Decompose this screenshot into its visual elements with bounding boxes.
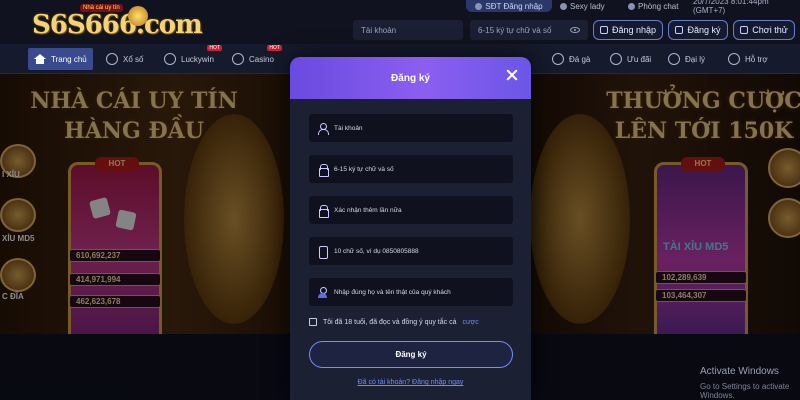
nav-label-agent: Đại lý [685,54,706,64]
phone-placeholder: 10 chữ số, ví dụ 0850805888 [334,247,419,255]
activate-windows-subtitle: Go to Settings to activate Windows. [700,382,790,400]
gift-icon [610,53,622,65]
phone-icon [317,245,328,259]
nav-item-agent[interactable]: Đại lý [662,48,711,70]
casino-icon [232,53,244,65]
nav-item-home[interactable]: Trang chủ [28,48,93,70]
register-submit-button[interactable]: Đăng ký [309,341,513,368]
cockfight-icon [552,53,564,65]
hot-badge: HOT [207,45,222,51]
logo-text: S6S666.com [32,10,203,40]
register-button[interactable]: Đăng ký [668,20,728,40]
chat-room-link[interactable]: Phòng chat [628,0,686,12]
person-icon [317,286,328,298]
fullname-field[interactable]: Nhập đúng họ và tên thật của quý khách [309,278,513,306]
nav-label-home: Trang chủ [51,54,87,64]
activate-windows-title: Activate Windows [700,366,779,377]
username-placeholder: Tài khoản [334,124,363,132]
modal-title: Đăng ký [391,72,430,84]
fullname-placeholder: Nhập đúng họ và tên thật của quý khách [334,288,451,296]
logo-tag: Nhà cái uy tín [80,4,123,12]
lock-icon [317,163,329,177]
user-icon [317,122,329,135]
close-icon[interactable] [505,68,519,82]
nav-item-cockfight[interactable]: Đá gà [546,48,596,70]
password-placeholder: 6-15 ký tự chữ và số [334,165,394,173]
nav-item-casino[interactable]: Casino HOT [226,45,282,70]
nav-label-casino: Casino [249,54,274,64]
register-modal: Đăng ký Tài khoản 6-15 ký tự chữ và số X… [290,57,531,400]
sdt-login-label: SĐT Đăng nhập [485,1,543,11]
logo[interactable]: S6S666.com Nhà cái uy tín [24,4,203,40]
logo-badge-icon [128,6,148,26]
support-icon [728,53,740,65]
nav-item-support[interactable]: Hỗ trợ [722,48,774,70]
try-play-button[interactable]: Chơi thử [733,20,795,40]
lock-icon [317,204,329,218]
password-placeholder: 6-15 ký tự chữ và số [478,25,552,35]
sexy-lady-label: Sexy lady [570,1,605,11]
password-input[interactable]: 6-15 ký tự chữ và số [470,20,588,40]
terms-checkbox[interactable] [309,318,317,326]
password-field[interactable]: 6-15 ký tự chữ và số [309,155,513,183]
agent-icon [668,53,680,65]
lottery-icon [106,53,118,65]
phone-field[interactable]: 10 chữ số, ví dụ 0850805888 [309,237,513,265]
login-button[interactable]: Đăng nhập [593,20,663,40]
nav-label-support: Hỗ trợ [745,54,768,64]
nav-item-luckywin[interactable]: Luckywin HOT [158,45,222,70]
nav-item-lottery[interactable]: Xổ số [100,48,149,70]
sdt-login-tab[interactable]: SĐT Đăng nhập [466,0,552,12]
nav-item-promo[interactable]: Ưu đãi [604,48,657,70]
chat-icon [628,2,635,10]
nav-label-lottery: Xổ số [123,54,144,64]
try-play-label: Chơi thử [752,25,788,35]
luckywin-icon [164,53,176,65]
nav-label-luckywin: Luckywin [181,54,214,64]
home-icon [34,54,46,64]
top-bar: S6S666.com Nhà cái uy tín SĐT Đăng nhập … [0,0,800,44]
login-label: Đăng nhập [611,25,657,35]
confirm-password-field[interactable]: Xác nhận thêm lần nữa [309,196,513,224]
register-label: Đăng ký [687,25,721,35]
datetime: 20/7/2023 8:01:44pm (GMT+7) [693,0,769,15]
chat-room-label: Phòng chat [638,1,679,11]
terms-link[interactable]: cược [462,319,478,326]
phone-icon [475,2,483,10]
terms-row: Tôi đã 18 tuổi, đã đọc và đồng ý quy tắc… [309,318,479,326]
game-icon [740,26,749,34]
confirm-password-placeholder: Xác nhận thêm lần nữa [334,206,402,214]
nav-label-cockfight: Đá gà [569,54,591,64]
register-icon [675,26,684,34]
login-now-link[interactable]: Đã có tài khoản? Đăng nhập ngay [290,379,531,386]
lady-icon [560,2,567,10]
username-input[interactable]: Tài khoản [353,20,463,40]
username-field[interactable]: Tài khoản [309,114,513,142]
login-icon [599,26,608,34]
hot-badge: HOT [267,45,282,51]
username-placeholder: Tài khoản [361,25,397,35]
nav-label-promo: Ưu đãi [627,54,652,64]
eye-icon[interactable] [570,27,580,33]
modal-header: Đăng ký [290,57,531,99]
sexy-lady-link[interactable]: Sexy lady [560,0,622,12]
terms-text: Tôi đã 18 tuổi, đã đọc và đồng ý quy tắc… [323,318,457,326]
